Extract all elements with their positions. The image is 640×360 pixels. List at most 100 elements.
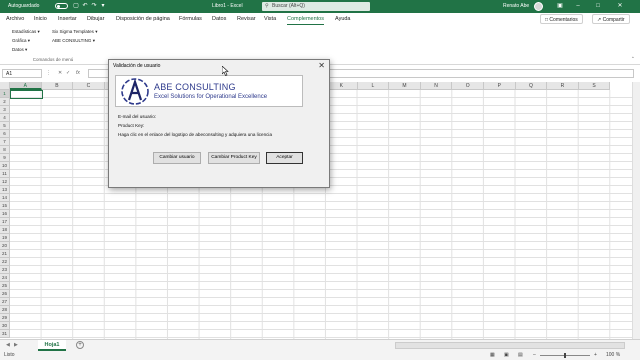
prev-sheet-icon[interactable]: ◀	[6, 341, 10, 350]
row-header[interactable]: 21	[0, 250, 10, 258]
add-sheet-button[interactable]: +	[76, 341, 84, 349]
column-header[interactable]: S	[578, 82, 611, 90]
row-header[interactable]: 7	[0, 138, 10, 146]
row-header[interactable]: 11	[0, 170, 10, 178]
column-header[interactable]: A	[10, 82, 42, 90]
change-product-key-button[interactable]: Cambiar Product Key	[208, 152, 260, 164]
row-header[interactable]: 17	[0, 218, 10, 226]
row-header[interactable]: 25	[0, 282, 10, 290]
avatar[interactable]	[534, 2, 543, 11]
row-header[interactable]: 16	[0, 210, 10, 218]
column-header[interactable]: P	[484, 82, 516, 90]
page-break-icon[interactable]: ▤	[518, 352, 523, 359]
active-cell[interactable]	[10, 90, 43, 99]
maximize-icon[interactable]: □	[592, 2, 604, 11]
ribbon-display-icon[interactable]: ▣	[554, 2, 566, 11]
row-header[interactable]: 18	[0, 226, 10, 234]
row-header[interactable]: 14	[0, 194, 10, 202]
column-header[interactable]: O	[452, 82, 484, 90]
row-header[interactable]: 5	[0, 122, 10, 130]
menu-datos[interactable]: Datos ▾	[12, 47, 27, 53]
row-header[interactable]: 29	[0, 314, 10, 322]
minimize-icon[interactable]: –	[572, 2, 584, 11]
tab-archivo[interactable]: Archivo	[6, 16, 24, 23]
collapse-ribbon-icon[interactable]: ⌃	[631, 56, 635, 62]
row-header[interactable]: 20	[0, 242, 10, 250]
page-layout-icon[interactable]: ▣	[504, 352, 509, 359]
name-box[interactable]: A1	[2, 69, 42, 78]
column-header[interactable]: M	[389, 82, 421, 90]
zoom-out-icon[interactable]: –	[533, 352, 536, 359]
autosave-label: Autoguardado	[8, 3, 40, 9]
column-header[interactable]: L	[357, 82, 390, 90]
save-icon[interactable]: ▢	[73, 3, 79, 9]
tab-ayuda[interactable]: Ayuda	[335, 16, 351, 23]
accept-button[interactable]: Aceptar	[266, 152, 303, 164]
menu-abe-consulting[interactable]: ABE CONSULTING ▾	[52, 38, 95, 44]
tab-vista[interactable]: Vista	[264, 16, 276, 23]
autosave-toggle[interactable]	[55, 3, 68, 9]
menu-estadisticas[interactable]: Estadísticas ▾	[12, 29, 40, 35]
row-header[interactable]: 15	[0, 202, 10, 210]
row-header[interactable]: 13	[0, 186, 10, 194]
menu-six-sigma[interactable]: Six Sigma Templates ▾	[52, 29, 97, 35]
row-header[interactable]: 31	[0, 330, 10, 338]
close-icon[interactable]: ✕	[614, 2, 626, 11]
zoom-in-icon[interactable]: +	[594, 352, 597, 359]
sheet-tab-hoja1[interactable]: Hoja1	[38, 340, 66, 351]
row-header[interactable]: 28	[0, 306, 10, 314]
zoom-level[interactable]: 100 %	[606, 352, 620, 359]
column-header[interactable]: C	[73, 82, 105, 90]
enter-icon[interactable]: ✓	[66, 69, 70, 78]
row-header[interactable]: 22	[0, 258, 10, 266]
horizontal-scrollbar[interactable]	[395, 342, 625, 349]
row-header[interactable]: 23	[0, 266, 10, 274]
row-header[interactable]: 24	[0, 274, 10, 282]
row-header[interactable]: 19	[0, 234, 10, 242]
redo-icon[interactable]: ↷	[91, 3, 97, 9]
row-header[interactable]: 12	[0, 178, 10, 186]
tab-dibujar[interactable]: Dibujar	[87, 16, 104, 23]
row-header[interactable]: 1	[0, 90, 10, 98]
row-header[interactable]: 6	[0, 130, 10, 138]
row-header[interactable]: 30	[0, 322, 10, 330]
email-label: E-mail del usuario:	[118, 114, 157, 119]
column-header[interactable]: B	[41, 82, 74, 90]
cancel-icon[interactable]: ✕	[58, 69, 62, 78]
menu-grafica[interactable]: Gráfica ▾	[12, 38, 30, 44]
column-header[interactable]: N	[420, 82, 453, 90]
tab-insertar[interactable]: Insertar	[58, 16, 77, 23]
column-header[interactable]: Q	[515, 82, 548, 90]
select-all-corner[interactable]	[0, 82, 10, 90]
row-header[interactable]: 3	[0, 106, 10, 114]
row-header[interactable]: 9	[0, 154, 10, 162]
normal-view-icon[interactable]: ▦	[490, 352, 495, 359]
tab-datos[interactable]: Datos	[212, 16, 226, 23]
row-header[interactable]: 26	[0, 290, 10, 298]
vertical-scrollbar[interactable]	[632, 82, 640, 339]
tab-disposicion[interactable]: Disposición de página	[116, 16, 170, 23]
row-header[interactable]: 10	[0, 162, 10, 170]
status-mode: Listo	[4, 352, 15, 358]
tab-formulas[interactable]: Fórmulas	[179, 16, 202, 23]
search-box[interactable]: ⚲ Buscar (Alt+Q)	[262, 2, 370, 11]
next-sheet-icon[interactable]: ▶	[14, 341, 18, 350]
row-header[interactable]: 2	[0, 98, 10, 106]
row-header[interactable]: 27	[0, 298, 10, 306]
fx-icon[interactable]: fx	[76, 69, 80, 78]
tab-inicio[interactable]: Inicio	[34, 16, 47, 23]
zoom-slider-thumb[interactable]	[564, 353, 566, 358]
tab-complementos[interactable]: Complementos	[287, 16, 324, 25]
row-header[interactable]: 4	[0, 114, 10, 122]
share-button[interactable]: ↗ Compartir	[592, 14, 630, 24]
abe-consulting-logo-link[interactable]: ABE CONSULTING Excel Solutions for Opera…	[115, 75, 303, 107]
column-header[interactable]: R	[547, 82, 579, 90]
column-header[interactable]: K	[326, 82, 358, 90]
change-user-button[interactable]: Cambiar usuario	[153, 152, 201, 164]
row-header[interactable]: 8	[0, 146, 10, 154]
comments-button[interactable]: □ Comentarios	[540, 14, 583, 24]
tab-revisar[interactable]: Revisar	[237, 16, 256, 23]
customize-qat-icon[interactable]: ▾	[100, 3, 106, 9]
dialog-close-icon[interactable]: ✕	[318, 61, 325, 71]
undo-icon[interactable]: ↶	[82, 3, 88, 9]
